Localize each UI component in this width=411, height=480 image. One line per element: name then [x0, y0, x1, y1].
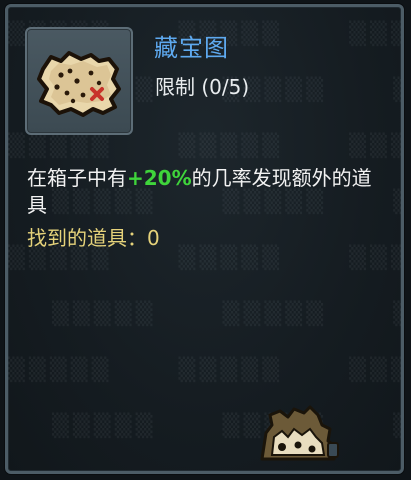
- item-description: 在箱子中有+20%的几率发现额外的道具: [27, 165, 387, 219]
- bonus-percentage: +20%: [127, 166, 192, 190]
- item-limit: 限制 (0/5): [155, 75, 250, 99]
- item-tooltip-panel: ▒▒▒▒▒ ▒▒ ▒▒▒ ▒▒ ▒▒▒ ▒▒ ▒▒▒ ▒▒ ▒▒ ▒ ▒▒▒▒ ▒ ▒▒▒▒…: [5, 4, 404, 474]
- item-name: 藏宝图: [154, 34, 229, 62]
- item-icon-frame: [25, 27, 133, 135]
- treasure-map-icon: [37, 51, 121, 117]
- found-items-stat: 找到的道具：0: [27, 222, 160, 251]
- description-text: 在箱子中有: [27, 166, 127, 190]
- found-items-value: 0: [147, 226, 160, 250]
- found-items-label: 找到的道具：: [27, 226, 147, 250]
- corner-decoration-icon: [260, 405, 339, 461]
